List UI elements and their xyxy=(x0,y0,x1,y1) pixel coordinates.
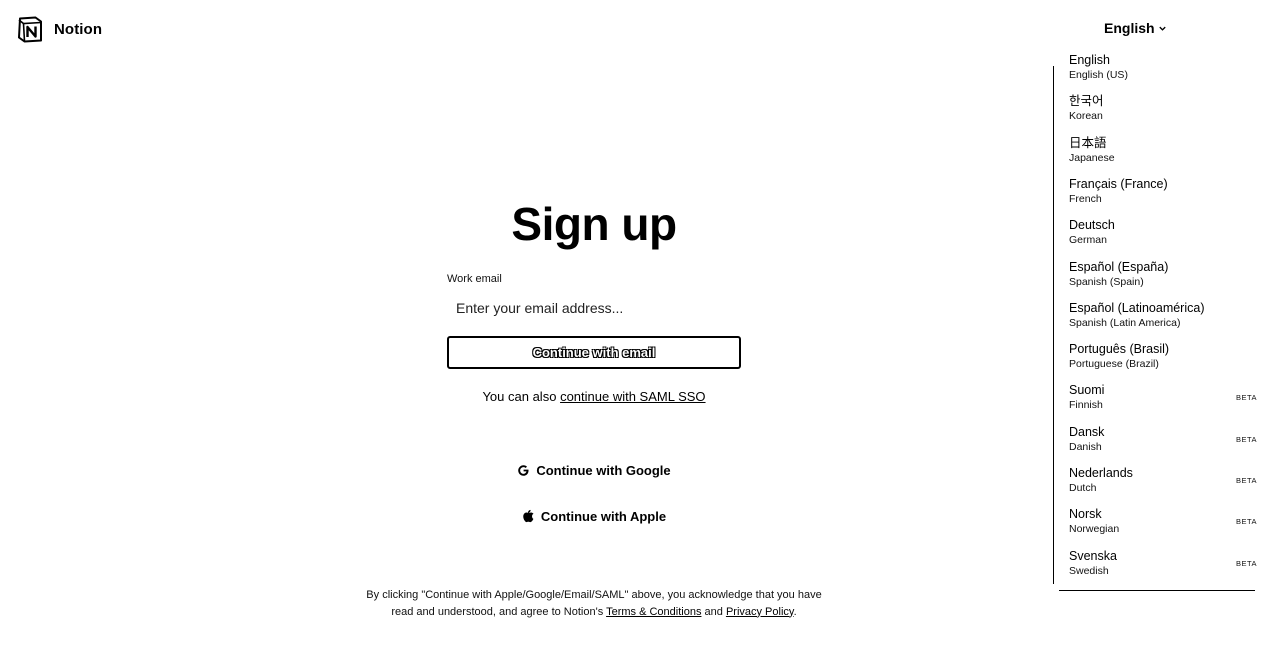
brand-name: Notion xyxy=(54,20,103,38)
language-english-name: Portuguese (Brazil) xyxy=(1069,358,1159,371)
beta-badge: BETA xyxy=(1236,393,1258,403)
chevron-down-icon xyxy=(1158,26,1166,31)
notion-logo-icon xyxy=(18,16,42,43)
language-option[interactable]: Suomi Finnish BETA xyxy=(1069,382,1269,422)
google-button-label: Continue with Google xyxy=(536,462,671,478)
language-option[interactable]: 한국어 Korean xyxy=(1069,93,1269,133)
language-native-name: Español (España) xyxy=(1069,259,1169,274)
language-english-name: Japanese xyxy=(1069,151,1115,164)
google-g-icon xyxy=(518,464,529,476)
language-option[interactable]: English English (US) xyxy=(1069,52,1269,92)
legal-period: . xyxy=(793,605,797,618)
language-option[interactable]: Dansk Danish BETA xyxy=(1069,424,1269,464)
language-english-name: French xyxy=(1069,192,1102,205)
language-native-name: English xyxy=(1069,53,1110,67)
menu-border-bottom xyxy=(1059,590,1255,591)
apple-button-label: Continue with Apple xyxy=(540,508,667,524)
language-english-name: German xyxy=(1069,234,1107,247)
continue-with-google-button[interactable]: Continue with Google xyxy=(447,455,741,485)
terms-link[interactable]: Terms & Conditions xyxy=(606,606,701,618)
apple-logo-icon xyxy=(523,509,534,523)
saml-sso-line: You can also continue with SAML SSO xyxy=(0,389,1188,404)
language-option[interactable]: Nederlands Dutch BETA xyxy=(1069,465,1269,505)
language-option[interactable]: Português (Brasil) Portuguese (Brazil) xyxy=(1069,341,1269,381)
language-native-name: Deutsch xyxy=(1069,218,1115,233)
page-title: Sign up xyxy=(511,198,677,250)
privacy-policy-link[interactable]: Privacy Policy xyxy=(726,606,794,618)
signup-page: Notion English Sign up Work email Contin… xyxy=(0,0,1280,655)
beta-badge: BETA xyxy=(1236,476,1258,485)
language-native-name: Español (Latinoamérica) xyxy=(1069,300,1205,315)
language-option[interactable]: Svenska Swedish BETA xyxy=(1069,548,1269,588)
notion-home-link[interactable]: Notion xyxy=(16,15,102,43)
legal-disclaimer: By clicking "Continue with Apple/Google/… xyxy=(360,587,828,620)
legal-and-text: and xyxy=(704,605,723,618)
language-option[interactable]: 日本語 Japanese xyxy=(1069,135,1269,175)
continue-with-apple-button[interactable]: Continue with Apple xyxy=(447,501,741,531)
language-option[interactable]: Español (Latinoamérica) Spanish (Latin Am… xyxy=(1069,300,1269,340)
email-field[interactable] xyxy=(447,293,739,323)
language-native-name: 日本語 xyxy=(1069,135,1107,150)
language-option[interactable]: Español (España) Spanish (Spain) xyxy=(1069,259,1269,299)
language-english-name: Korean xyxy=(1069,110,1103,123)
continue-with-email-button[interactable]: Continue with email xyxy=(447,336,741,369)
language-native-name: Português (Brasil) xyxy=(1069,342,1170,357)
language-english-name: English (US) xyxy=(1069,69,1128,81)
language-selector-button[interactable]: English xyxy=(1104,20,1167,36)
language-english-name: Spanish (Spain) xyxy=(1069,275,1144,288)
saml-sso-link[interactable]: continue with SAML SSO xyxy=(560,389,705,404)
beta-badge: BETA xyxy=(1236,434,1258,444)
language-native-name: Français (France) xyxy=(1069,176,1168,191)
language-dropdown-menu: English English (US) 한국어 Korean 日本語 Japanese F… xyxy=(1053,52,1275,592)
email-field-label: Work email xyxy=(447,273,502,285)
language-option[interactable]: Deutsch German xyxy=(1069,217,1269,257)
language-selector-label: English xyxy=(1104,20,1155,36)
menu-border-left xyxy=(1053,66,1054,584)
saml-prefix-text: You can also xyxy=(482,389,557,404)
beta-badge: BETA xyxy=(1236,517,1258,527)
beta-badge: BETA xyxy=(1236,558,1258,568)
language-english-name: Spanish (Latin America) xyxy=(1069,316,1181,329)
language-option[interactable]: Français (France) French xyxy=(1069,176,1269,216)
language-option[interactable]: Norsk Norwegian BETA xyxy=(1069,506,1269,546)
language-native-name: 한국어 xyxy=(1069,94,1104,109)
